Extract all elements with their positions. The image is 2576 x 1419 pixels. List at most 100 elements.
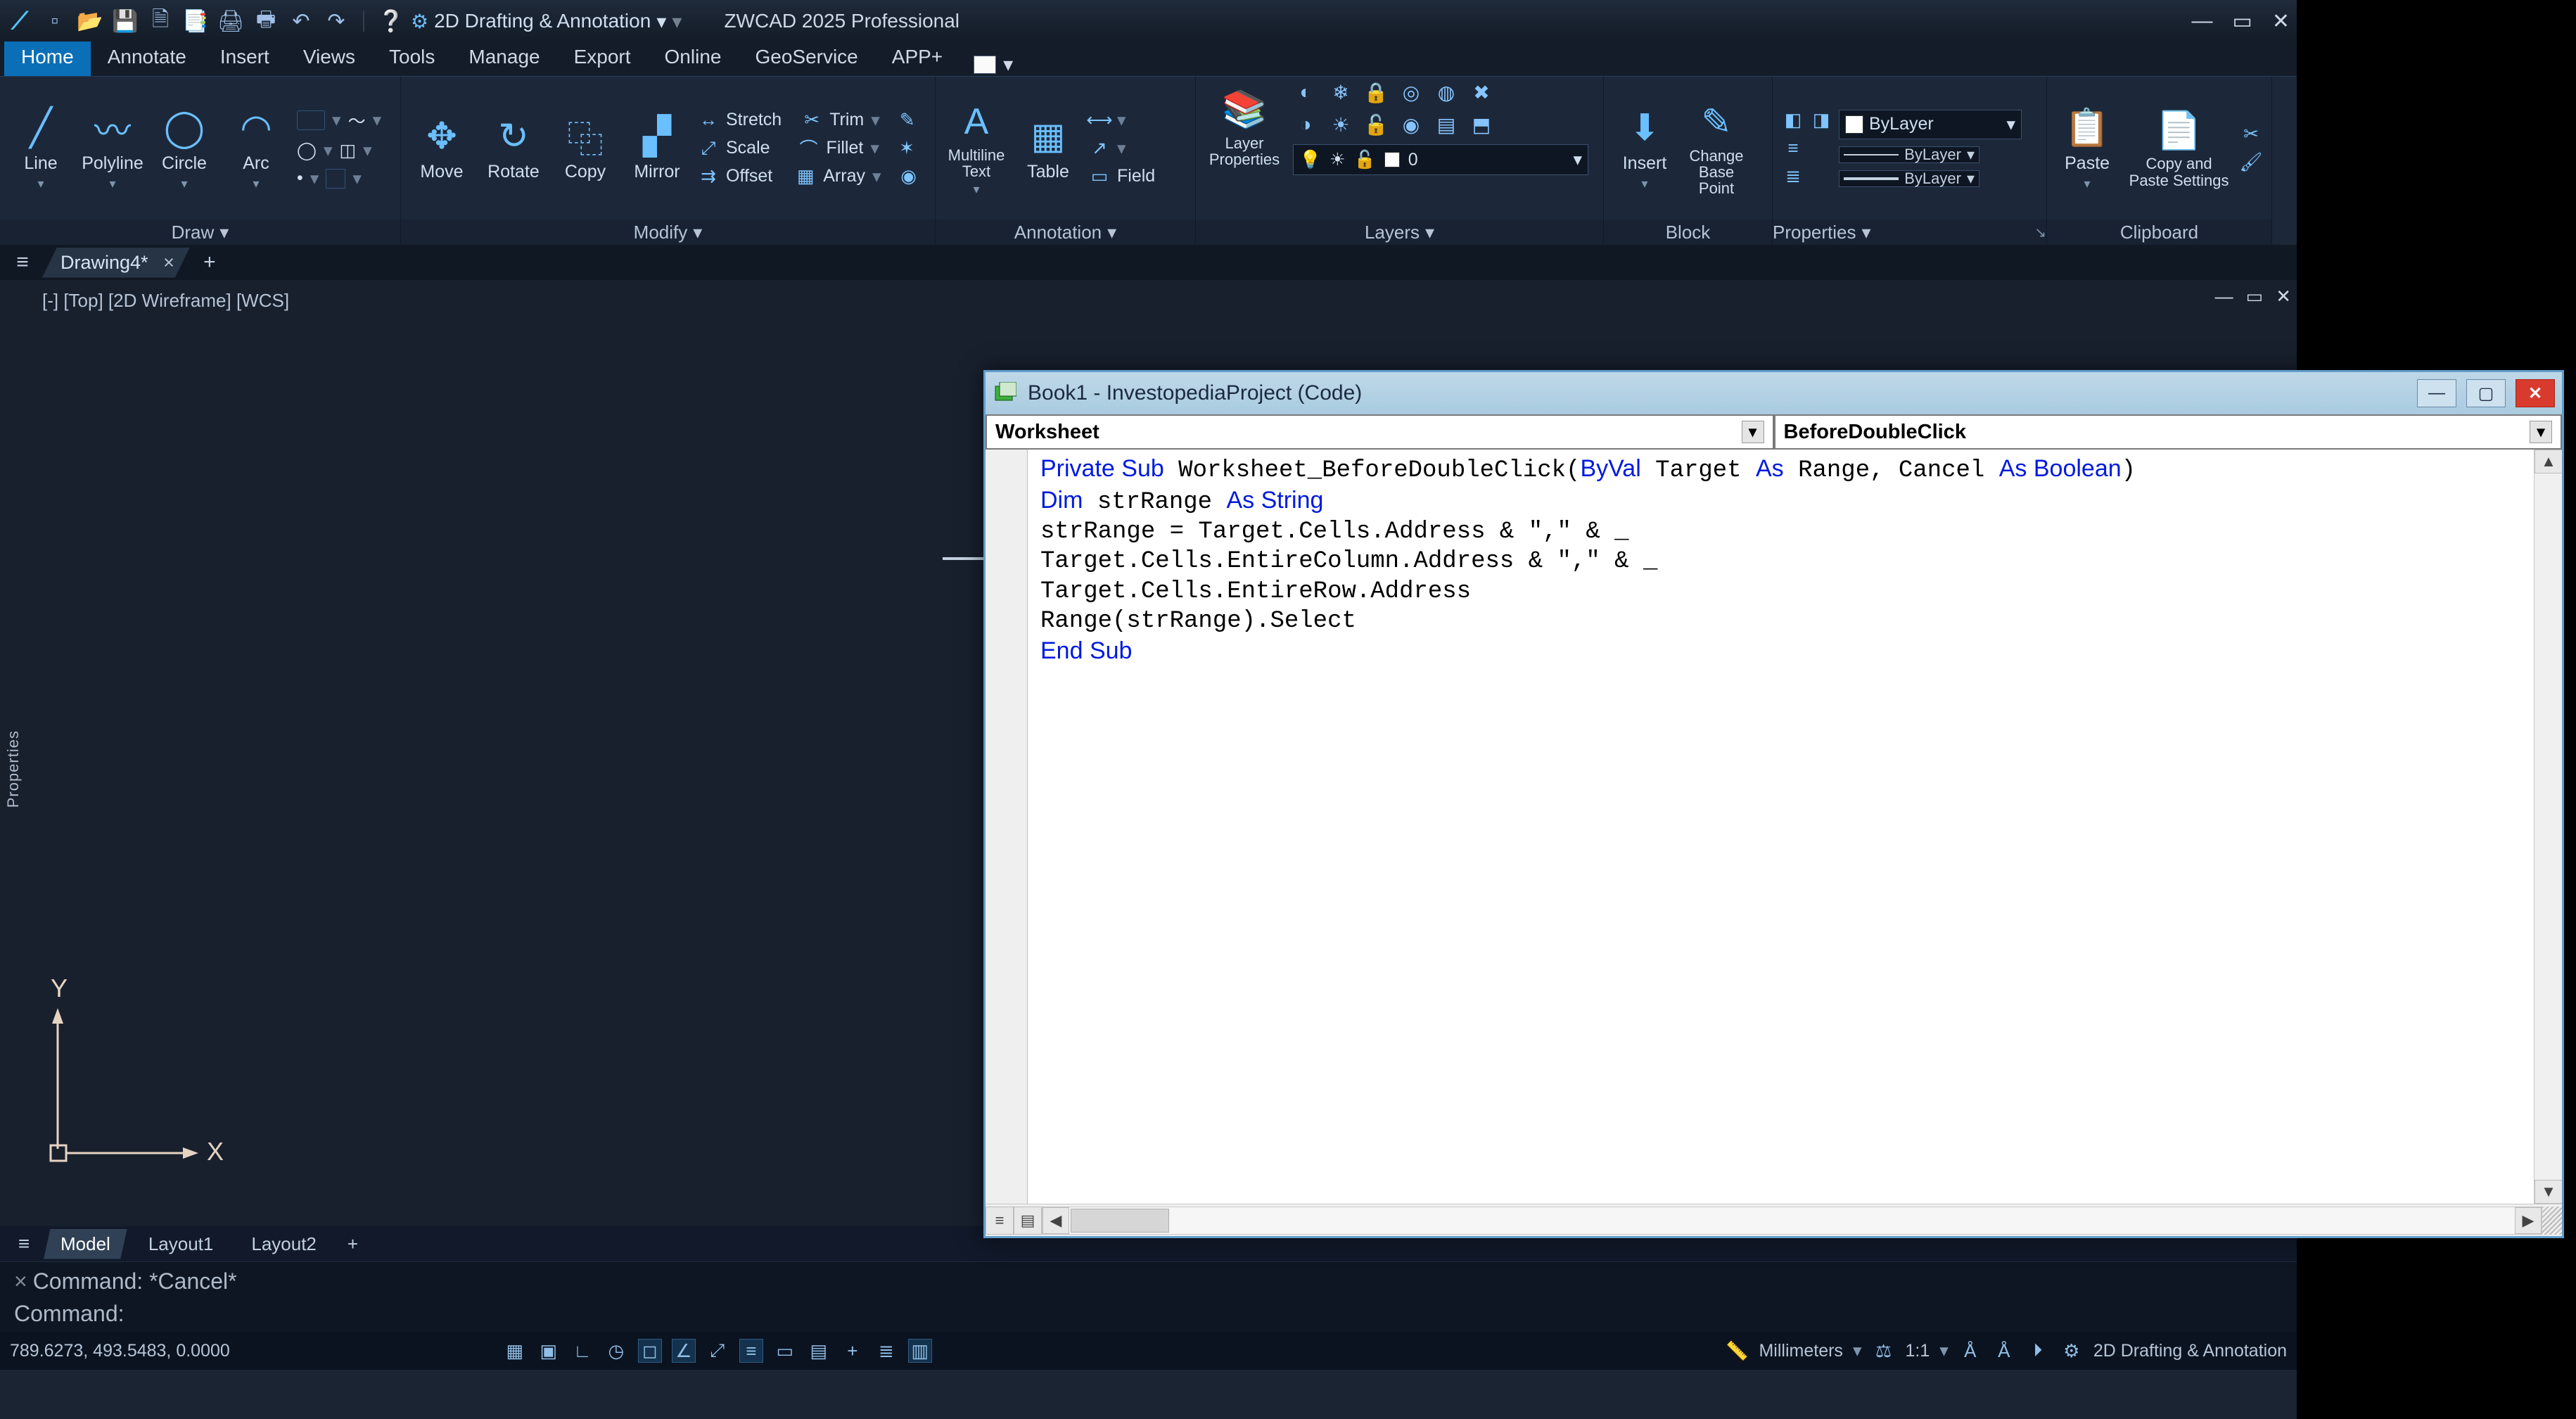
osnap-toggle-icon[interactable]: ◻ (638, 1339, 662, 1363)
proc-view-icon[interactable]: ≡ (986, 1207, 1014, 1235)
matchprop-icon[interactable]: ◧ (1783, 110, 1804, 131)
panel-restore-icon[interactable]: ▭ (2246, 286, 2264, 307)
matchprops-icon[interactable]: 🖌 (2240, 152, 2262, 173)
scale-label[interactable]: 1:1 (1906, 1341, 1930, 1361)
close-tab-icon[interactable]: × (163, 252, 174, 273)
dyn-toggle-icon[interactable]: ⤢ (706, 1339, 729, 1363)
minimize-button[interactable]: — (2417, 379, 2456, 407)
hwaccel-icon[interactable]: ⏵ (2026, 1339, 2050, 1363)
arc-button[interactable]: ◠ Arc ▾ (225, 106, 287, 191)
layerunisolate-icon[interactable]: ◉ (1398, 112, 1424, 137)
grid-toggle-icon[interactable]: ▦ (503, 1339, 527, 1363)
rect-icon[interactable] (297, 110, 325, 130)
document-tab[interactable]: Drawing4* × (42, 248, 190, 278)
mtext-button[interactable]: AMultiline Text▾ (945, 99, 1007, 197)
vertical-scrollbar[interactable]: ▲ ▼ (2534, 450, 2562, 1204)
cut-icon[interactable]: ✂ (2240, 124, 2262, 145)
trim-button[interactable]: Trim (829, 110, 864, 130)
scroll-up-icon[interactable]: ▲ (2534, 450, 2562, 473)
field-button[interactable]: Field (1117, 166, 1155, 186)
explode-icon[interactable]: ✶ (896, 138, 917, 159)
units-label[interactable]: Millimeters (1759, 1341, 1842, 1361)
save-icon[interactable]: 💾 (113, 8, 138, 34)
command-input[interactable] (130, 1300, 2283, 1327)
laywalk-icon[interactable]: ▤ (1434, 112, 1459, 137)
tab-annotate[interactable]: Annotate (91, 42, 203, 76)
layerprops-button[interactable]: 📚 Layer Properties (1206, 87, 1283, 167)
layerlock-icon[interactable]: 🔒 (1363, 79, 1389, 105)
chevron-down-icon[interactable]: ▾ (1003, 53, 1013, 76)
chevron-down-icon[interactable]: ▾ (219, 222, 229, 243)
code-editor[interactable]: Private Sub Worksheet_BeforeDoubleClick(… (986, 450, 2562, 1204)
maximize-button[interactable]: ▭ (2233, 9, 2252, 34)
cycle-toggle-icon[interactable]: ≣ (874, 1339, 898, 1363)
ortho-toggle-icon[interactable]: ∟ (570, 1339, 594, 1363)
chevron-down-icon[interactable]: ▾ (1862, 222, 1871, 243)
offset-button[interactable]: Offset (726, 166, 772, 186)
layeron-icon[interactable]: ◑ (1293, 112, 1318, 137)
laymerge-icon[interactable]: ⬒ (1469, 112, 1494, 137)
layout-menu-icon[interactable]: ≡ (8, 1233, 39, 1255)
properties-panel-tab[interactable]: Properties (4, 730, 23, 808)
workspace-status[interactable]: 2D Drafting & Annotation (2093, 1341, 2287, 1361)
coords[interactable]: 789.6273, 493.5483, 0.0000 (10, 1341, 230, 1361)
copyset-button[interactable]: 📄Copy and Paste Settings (2127, 108, 2231, 188)
gear-icon[interactable]: ⚙ (2060, 1339, 2084, 1363)
new-icon[interactable]: ▫ (42, 8, 68, 34)
circle-button[interactable]: ◯ Circle ▾ (153, 106, 215, 191)
layout-tab-model[interactable]: Model (44, 1229, 127, 1259)
rotate-button[interactable]: ↻Rotate (483, 114, 544, 182)
bylayer-icon[interactable]: ≣ (1783, 166, 1804, 187)
linetype-dropdown[interactable]: ByLayer▾ (1839, 146, 1979, 163)
code-content[interactable]: Private Sub Worksheet_BeforeDoubleClick(… (1028, 450, 2534, 1204)
vba-titlebar[interactable]: Book1 - InvestopediaProject (Code) — ▢ ✕ (986, 372, 2562, 414)
iso-toggle-icon[interactable]: ▥ (908, 1339, 932, 1363)
chevron-down-icon[interactable]: ▾ (1107, 222, 1116, 243)
scale-button[interactable]: Scale (726, 138, 770, 158)
maximize-button[interactable]: ▢ (2466, 379, 2506, 407)
print-preview-icon[interactable]: 🖶 (253, 8, 279, 34)
tab-manage[interactable]: Manage (452, 42, 556, 76)
horizontal-scrollbar[interactable]: ◀ ▶ (1042, 1207, 2542, 1235)
laymatch-icon[interactable]: ◍ (1434, 79, 1459, 105)
tab-export[interactable]: Export (557, 42, 648, 76)
layerthaw-icon[interactable]: ☀ (1328, 112, 1353, 137)
scroll-left-icon[interactable]: ◀ (1042, 1207, 1069, 1234)
tab-online[interactable]: Online (648, 42, 739, 76)
spline-icon[interactable]: 〜 (348, 108, 366, 133)
layerfreeze-icon[interactable]: ❄ (1328, 79, 1353, 105)
resize-grip-icon[interactable] (2542, 1207, 2562, 1235)
procedure-dropdown[interactable]: BeforeDoubleClick ▾ (1774, 414, 2563, 450)
annoscale-icon[interactable]: Å (1958, 1339, 1982, 1363)
undo-icon[interactable]: ↶ (288, 8, 314, 34)
leader-icon[interactable]: ↗ (1089, 138, 1110, 159)
region-icon[interactable] (326, 169, 345, 189)
plot-icon[interactable]: 📑 (183, 8, 208, 34)
annovisible-icon[interactable]: Å (1992, 1339, 2016, 1363)
sc-toggle-icon[interactable]: + (841, 1339, 865, 1363)
polar-toggle-icon[interactable]: ◷ (604, 1339, 628, 1363)
paste-button[interactable]: 📋Paste▾ (2057, 106, 2117, 191)
scroll-thumb[interactable] (1071, 1209, 1169, 1233)
copy-button[interactable]: ⿻Copy (554, 114, 616, 182)
polyline-button[interactable]: 〰 Polyline ▾ (82, 106, 144, 191)
redo-icon[interactable]: ↷ (324, 8, 349, 34)
otrack-toggle-icon[interactable]: ∠ (672, 1339, 696, 1363)
color-swatch[interactable] (974, 56, 996, 74)
minimize-button[interactable]: — (2192, 9, 2213, 34)
array-button[interactable]: Array (823, 166, 865, 186)
units-icon[interactable]: 📏 (1725, 1339, 1749, 1363)
point-icon[interactable]: • (297, 168, 303, 189)
chevron-down-icon[interactable]: ▾ (1425, 222, 1434, 243)
mirror-button[interactable]: ▞Mirror (626, 114, 688, 182)
model-toggle-icon[interactable]: ▭ (773, 1339, 797, 1363)
scale-icon[interactable]: ⚖ (1872, 1339, 1896, 1363)
hatch-icon[interactable]: ◫ (340, 140, 357, 161)
tab-views[interactable]: Views (286, 42, 372, 76)
color-dropdown[interactable]: ByLayer▾ (1839, 110, 2022, 139)
layeriso-icon[interactable]: ◎ (1398, 79, 1424, 105)
full-view-icon[interactable]: ▤ (1014, 1207, 1042, 1235)
new-layout-button[interactable]: + (338, 1233, 368, 1255)
tab-home[interactable]: Home (4, 42, 91, 76)
layerunlock-icon[interactable]: 🔓 (1363, 112, 1389, 137)
